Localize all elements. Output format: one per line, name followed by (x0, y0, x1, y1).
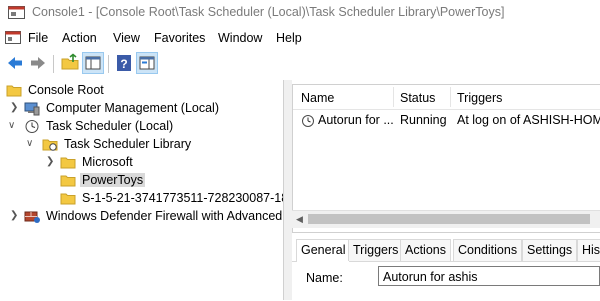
menu-window[interactable]: Window (218, 31, 262, 45)
tree-item-console-root[interactable]: Console Root (4, 82, 274, 100)
task-triggers-cell: At log on of ASHISH-HOME (457, 113, 600, 127)
tree-item-windows-firewall[interactable]: ❯ Windows Defender Firewall with Advance… (4, 208, 283, 226)
chevron-right-icon[interactable]: ❯ (10, 210, 20, 222)
task-clock-icon (302, 115, 314, 127)
menu-view[interactable]: View (113, 31, 140, 45)
folder-icon (60, 193, 76, 205)
folder-icon (60, 175, 76, 187)
svg-text:?: ? (120, 57, 127, 71)
menu-favorites[interactable]: Favorites (154, 31, 205, 45)
menu-file[interactable]: File (28, 31, 48, 45)
task-details-pane: General Triggers Actions Conditions Sett… (292, 232, 600, 301)
column-separator[interactable] (393, 87, 394, 107)
console-tree: Console Root ❯ Computer Management (Loca… (0, 80, 283, 300)
title-bar: Console1 - [Console Root\Task Scheduler … (0, 0, 600, 26)
pane-splitter[interactable] (283, 80, 292, 300)
column-header-name[interactable]: Name (301, 91, 334, 105)
chevron-down-icon[interactable]: ∨ (26, 138, 36, 150)
task-status-cell: Running (400, 113, 447, 127)
chevron-down-icon[interactable]: ∨ (8, 120, 18, 132)
tree-item-microsoft[interactable]: ❯ Microsoft (40, 154, 280, 172)
menu-help[interactable]: Help (276, 31, 302, 45)
mmc-console-icon (8, 6, 25, 19)
tab-general[interactable]: General (296, 239, 351, 262)
tree-label: Microsoft (82, 155, 133, 169)
list-header: Name Status Triggers (293, 85, 600, 110)
chevron-right-icon[interactable]: ❯ (10, 102, 20, 114)
tree-label: PowerToys (80, 173, 146, 187)
name-label: Name: (306, 271, 343, 285)
menu-bar: File Action View Favorites Window Help (0, 26, 600, 50)
back-arrow-icon[interactable] (5, 53, 25, 73)
firewall-icon (24, 211, 40, 223)
window-title: Console1 - [Console Root\Task Scheduler … (32, 5, 505, 19)
tree-label: Task Scheduler Library (64, 137, 192, 151)
show-hide-tree-icon (85, 56, 101, 70)
tree-label: Task Scheduler (Local) (46, 119, 174, 133)
show-hide-action-pane-button[interactable] (136, 52, 158, 74)
column-header-triggers[interactable]: Triggers (457, 91, 502, 105)
tab-conditions[interactable]: Conditions (453, 239, 523, 261)
details-tabs: General Triggers Actions Conditions Sett… (292, 239, 600, 262)
tree-item-task-scheduler[interactable]: ∨ Task Scheduler (Local) (4, 118, 274, 136)
folder-icon (6, 85, 22, 97)
tree-item-computer-management[interactable]: ❯ Computer Management (Local) (4, 100, 274, 118)
toolbar-separator (108, 55, 109, 73)
show-hide-tree-button[interactable] (82, 52, 104, 74)
task-name-cell: Autorun for ... (318, 113, 394, 127)
tree-label: Computer Management (Local) (46, 101, 219, 115)
chevron-right-icon[interactable]: ❯ (46, 156, 56, 168)
tree-item-powertoys[interactable]: PowerToys (40, 172, 280, 190)
tree-label: Windows Defender Firewall with Advanced … (46, 209, 283, 223)
toolbar-separator (53, 55, 54, 73)
tab-triggers[interactable]: Triggers (348, 239, 404, 261)
toolbar: ? (0, 50, 600, 78)
scroll-left-icon[interactable]: ◀ (296, 214, 303, 225)
clock-icon (25, 120, 39, 133)
up-folder-icon[interactable] (60, 53, 80, 73)
tree-label: S-1-5-21-3741773511-728230087-1830 (82, 191, 283, 205)
column-separator[interactable] (450, 87, 451, 107)
forward-arrow-icon[interactable] (28, 53, 48, 73)
horizontal-scrollbar[interactable]: ◀ (292, 210, 600, 228)
table-row[interactable]: Autorun for ... Running At log on of ASH… (293, 111, 600, 131)
tab-settings[interactable]: Settings (522, 239, 578, 261)
tab-history[interactable]: Hist (577, 239, 600, 261)
computer-management-icon (24, 102, 40, 116)
folder-icon (60, 157, 76, 169)
library-folder-icon (42, 139, 58, 151)
name-field[interactable]: Autorun for ashis (378, 266, 600, 286)
tree-item-task-scheduler-library[interactable]: ∨ Task Scheduler Library (22, 136, 282, 154)
console-system-menu-icon[interactable] (5, 30, 21, 45)
help-icon[interactable]: ? (114, 53, 134, 73)
scrollbar-thumb[interactable] (308, 214, 590, 224)
tree-item-sid-folder[interactable]: S-1-5-21-3741773511-728230087-1830 (40, 190, 283, 208)
menu-action[interactable]: Action (62, 31, 97, 45)
tree-label: Console Root (28, 83, 104, 97)
tab-actions[interactable]: Actions (400, 239, 451, 261)
properties-pane-icon (139, 56, 155, 70)
column-header-status[interactable]: Status (400, 91, 435, 105)
